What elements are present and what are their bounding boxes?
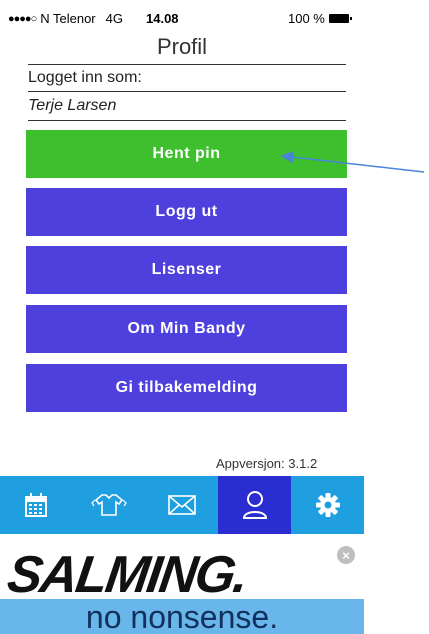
gear-icon [315, 493, 340, 517]
app-version: Appversjon: 3.1.2 [216, 456, 318, 471]
status-left: ●●●●○ N Telenor 4G [8, 11, 123, 26]
logged-in-label: Logget inn som: [28, 69, 142, 86]
tab-team[interactable] [73, 476, 146, 534]
tab-bar [0, 476, 364, 534]
user-name: Terje Larsen [28, 97, 117, 114]
profile-icon [242, 491, 267, 519]
title-divider [28, 64, 346, 65]
battery-icon [328, 14, 352, 23]
phone-screen: ●●●●○ N Telenor 4G 14.08 100 % Profil Lo… [0, 0, 364, 634]
network-type: 4G [105, 11, 123, 26]
tab-profile[interactable] [218, 476, 292, 534]
ad-slogan: no nonsense. [0, 599, 364, 634]
signal-strength-icon: ●●●●○ [8, 12, 37, 25]
name-divider [28, 120, 346, 121]
battery-percent: 100 % [288, 11, 325, 26]
tab-messages[interactable] [146, 476, 219, 534]
tab-calendar[interactable] [0, 476, 73, 534]
status-bar: ●●●●○ N Telenor 4G 14.08 100 % [0, 0, 364, 30]
battery-status: 100 % [288, 11, 352, 26]
carrier-name: N Telenor [40, 11, 96, 26]
logout-button[interactable]: Logg ut [26, 188, 347, 236]
jersey-icon [91, 494, 127, 516]
ad-close-icon[interactable]: × [337, 546, 355, 564]
ad-brand-logo: SALMING. [3, 546, 251, 604]
calendar-icon [25, 493, 48, 517]
about-button[interactable]: Om Min Bandy [26, 305, 347, 353]
label-divider [28, 91, 346, 92]
tab-settings[interactable] [291, 476, 364, 534]
page-title: Profil [156, 34, 208, 59]
licenses-button[interactable]: Lisenser [26, 246, 347, 294]
mail-icon [168, 495, 196, 515]
feedback-button[interactable]: Gi tilbakemelding [26, 364, 347, 412]
get-pin-button[interactable]: Hent pin [26, 130, 347, 178]
status-time: 14.08 [146, 11, 179, 26]
